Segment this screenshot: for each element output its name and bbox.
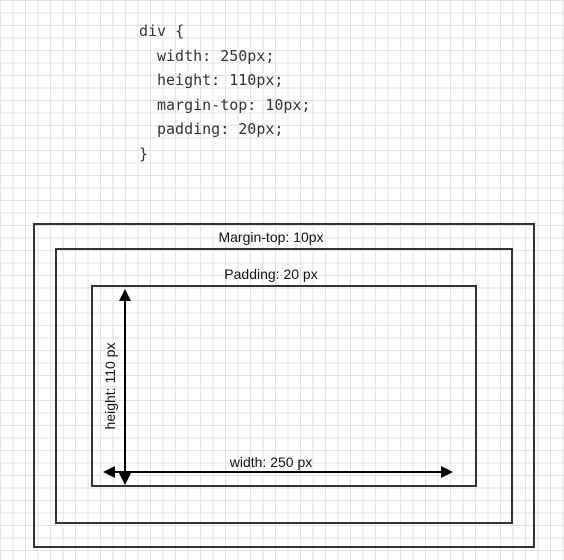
height-arrow [119, 289, 131, 485]
width-arrow [103, 466, 453, 478]
dimension-arrows [103, 289, 453, 485]
